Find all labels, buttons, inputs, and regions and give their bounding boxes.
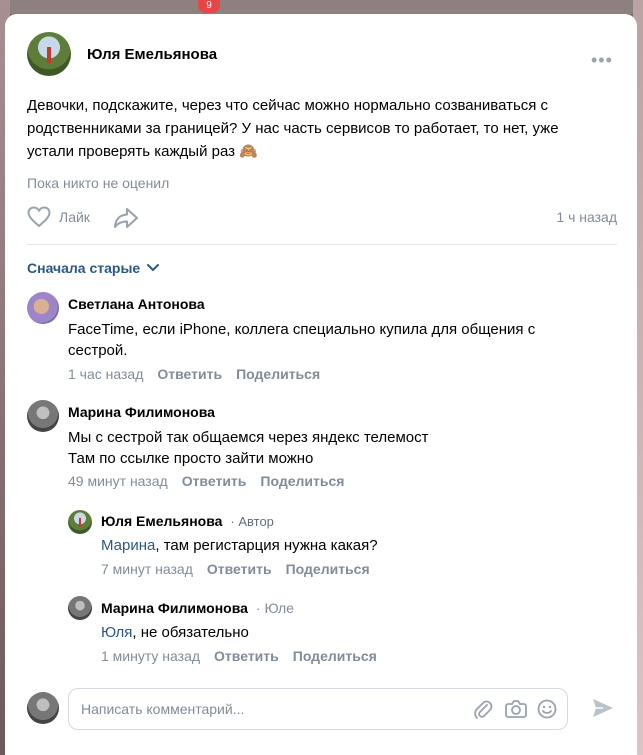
post-author-name[interactable]: Юля Емельянова [87,46,217,63]
post-time[interactable]: 1 ч назад [556,209,617,225]
comment-input[interactable] [81,699,461,719]
chevron-down-icon [147,264,160,272]
comment-meta: 1 час назад Ответить Поделиться [68,366,320,382]
comment-time[interactable]: 49 минут назад [68,473,168,489]
share-comment-button[interactable]: Поделиться [286,561,370,577]
send-icon [593,699,613,717]
reply-author: Марина Филимонова · Юле [101,600,294,616]
reply-button[interactable]: Ответить [214,648,279,664]
reply-button[interactable]: Ответить [182,473,247,489]
send-button[interactable] [591,697,615,724]
comment-text-line: Мы с сестрой так общаемся через яндекс т… [68,429,429,446]
reply-avatar[interactable] [68,596,92,620]
like-label: Лайк [59,209,90,225]
divider [27,244,617,245]
reply-author-name[interactable]: Юля Емельянова [101,513,222,529]
notification-badge[interactable]: 9 [198,0,220,13]
smile-icon[interactable] [537,699,557,724]
reply-avatar[interactable] [68,510,92,534]
reply-time[interactable]: 1 минуту назад [101,648,200,664]
comment-meta: 49 минут назад Ответить Поделиться [68,473,344,489]
heart-icon [27,206,51,228]
reply-meta: 7 минут назад Ответить Поделиться [101,561,370,577]
reply-text-body: , там регистарция нужна какая? [155,537,378,554]
comment-time[interactable]: 1 час назад [68,366,143,382]
reply-button[interactable]: Ответить [207,561,272,577]
reply-time[interactable]: 7 минут назад [101,561,193,577]
comment-author[interactable]: Марина Филимонова [68,404,215,420]
likes-status: Пока никто не оценил [27,175,170,191]
share-button[interactable] [113,206,139,235]
author-badge: · Автор [230,514,274,529]
reply-to-label[interactable]: · Юле [256,600,294,616]
reply-author-name[interactable]: Марина Филимонова [101,600,248,616]
share-comment-button[interactable]: Поделиться [260,473,344,489]
page-background-top [0,0,643,14]
current-user-avatar[interactable] [27,692,59,724]
more-options-button[interactable]: ••• [591,50,613,71]
mention-link[interactable]: Юля [101,624,132,641]
camera-icon[interactable] [505,699,527,724]
reply-button[interactable]: Ответить [157,366,222,382]
post-text: Девочки, подскажите, через что сейчас мо… [27,94,607,163]
post-author-avatar[interactable] [27,32,71,76]
share-comment-button[interactable]: Поделиться [236,366,320,382]
sort-label: Сначала старые [27,260,141,276]
reply-meta: 1 минуту назад Ответить Поделиться [101,648,377,664]
comment-text: FaceTime, если iPhone, коллега специальн… [68,321,536,359]
post-text-body: Девочки, подскажите, через что сейчас мо… [27,97,559,160]
share-arrow-icon [114,208,138,228]
comment-composer [68,688,568,730]
reply-text-body: , не обязательно [132,624,249,641]
comment-avatar[interactable] [27,400,59,432]
like-button[interactable]: Лайк [27,206,90,228]
comment-avatar[interactable] [27,292,59,324]
reply-author: Юля Емельянова · Автор [101,513,274,529]
see-no-evil-monkey-icon: 🙈 [239,143,258,160]
share-comment-button[interactable]: Поделиться [293,648,377,664]
reply-text: Марина, там регистарция нужна какая? [101,535,581,556]
comment-text: Мы с сестрой так общаемся через яндекс т… [68,427,588,469]
comment-author[interactable]: Светлана Антонова [68,296,205,312]
comment-text-line: Там по ссылке просто зайти можно [68,450,314,467]
sort-comments-button[interactable]: Сначала старые [27,260,160,276]
reply-text: Юля, не обязательно [101,622,581,643]
mention-link[interactable]: Марина [101,537,155,554]
post-card: Юля Емельянова ••• Девочки, подскажите, … [5,14,637,755]
paperclip-icon[interactable] [473,699,493,726]
post-actions: Лайк 1 ч назад [27,206,617,230]
